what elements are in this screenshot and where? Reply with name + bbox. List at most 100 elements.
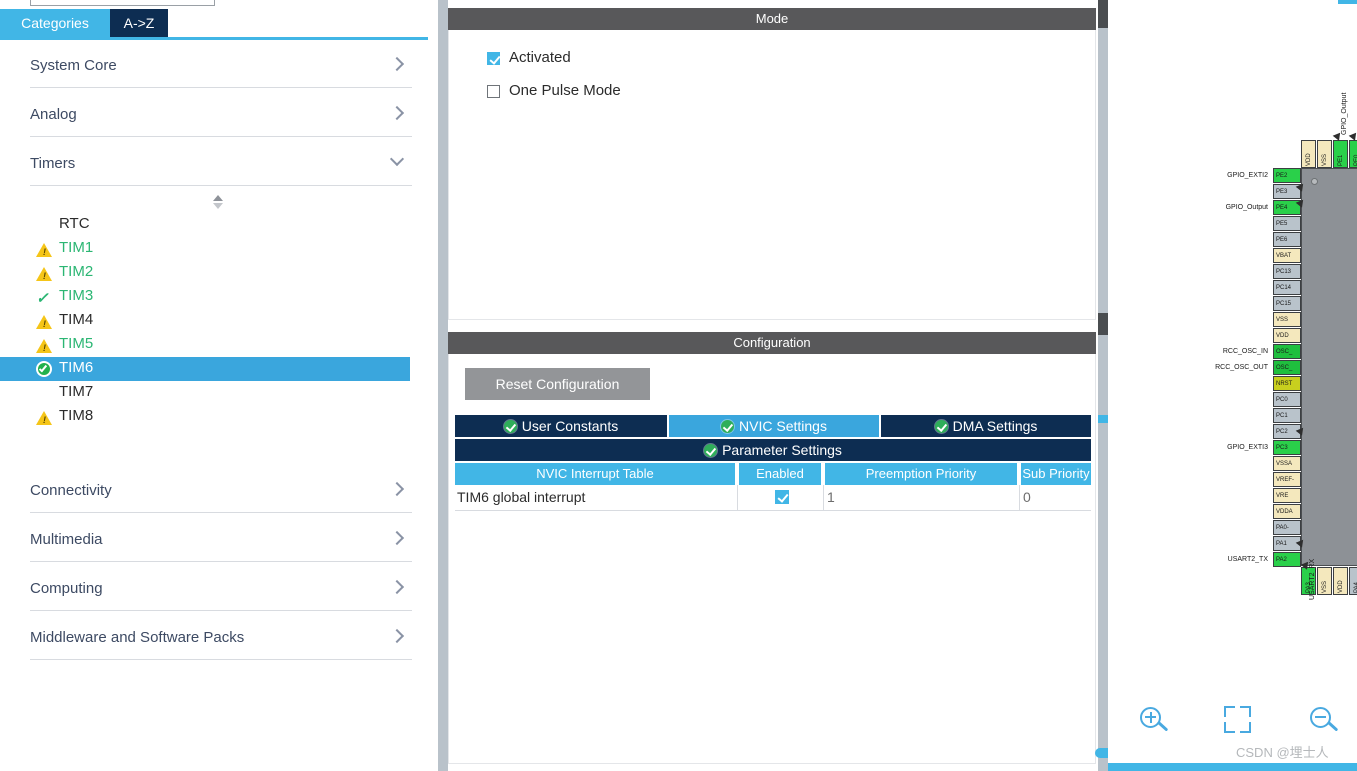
pin-osc-out[interactable]: OSC_: [1273, 360, 1301, 375]
column-header-enabled[interactable]: Enabled: [739, 463, 823, 485]
check-circle-icon: [721, 420, 735, 433]
cell-enabled[interactable]: [739, 485, 823, 510]
search-box[interactable]: [30, 0, 215, 6]
column-header-preemption-priority[interactable]: Preemption Priority: [825, 463, 1019, 485]
sidebar-item-computing[interactable]: Computing: [30, 571, 412, 611]
pin-vref-plus[interactable]: VRE: [1273, 488, 1301, 503]
list-item-tim7[interactable]: TIM7: [0, 381, 410, 405]
pin-osc-in[interactable]: OSC_: [1273, 344, 1301, 359]
pin-pc13[interactable]: PC13: [1273, 264, 1301, 279]
pin-vbat[interactable]: VBAT: [1273, 248, 1301, 263]
tab-a-to-z[interactable]: A->Z: [110, 9, 168, 37]
pin-vdda[interactable]: VDDA: [1273, 504, 1301, 519]
signal-label-pe1: GPIO_Output: [1341, 92, 1348, 135]
list-item-tim3[interactable]: ✓ TIM3: [0, 285, 410, 309]
cell-sub-priority[interactable]: 0: [1023, 485, 1093, 510]
list-item-tim8[interactable]: ! TIM8: [0, 405, 410, 429]
pin-label: PE0: [1354, 154, 1357, 166]
sidebar-item-label: Analog: [30, 106, 77, 123]
list-item-label: TIM5: [59, 335, 94, 352]
configuration-panel-body: Reset Configuration User Constants NVIC …: [448, 354, 1096, 764]
list-item-tim5[interactable]: ! TIM5: [0, 333, 410, 357]
scrollbar-segment[interactable]: [1098, 415, 1108, 423]
sidebar-item-connectivity[interactable]: Connectivity: [30, 473, 412, 513]
list-item-label: TIM1: [59, 239, 94, 256]
sidebar-item-label: System Core: [30, 57, 117, 74]
pin-pc14[interactable]: PC14: [1273, 280, 1301, 295]
pin-pa2[interactable]: PA2: [1273, 552, 1301, 567]
cell-preemption-priority[interactable]: 1: [827, 485, 1021, 510]
sidebar-item-middleware[interactable]: Middleware and Software Packs: [30, 620, 412, 660]
zoom-out-icon[interactable]: [1308, 705, 1342, 739]
tab-parameter-settings[interactable]: Parameter Settings: [455, 439, 1091, 461]
fit-to-screen-icon[interactable]: [1223, 705, 1257, 739]
pin-pc3[interactable]: PC3: [1273, 440, 1301, 455]
pinout-top-marker: [1338, 0, 1357, 4]
search-input[interactable]: [31, 0, 214, 5]
sort-handle-icon[interactable]: [210, 194, 226, 210]
chevron-down-icon: [389, 151, 405, 167]
pin-vdd-left[interactable]: VDD: [1273, 328, 1301, 343]
chevron-right-icon: [389, 105, 405, 121]
watermark-text: CSDN @埋士人: [1236, 745, 1329, 760]
pin-label: VSS: [1322, 580, 1328, 593]
pin-pe1[interactable]: PE1: [1333, 140, 1348, 168]
sidebar-item-system-core[interactable]: System Core: [30, 48, 412, 88]
zoom-in-icon[interactable]: [1138, 705, 1172, 739]
pin-nrst[interactable]: NRST: [1273, 376, 1301, 391]
pin-pc15[interactable]: PC15: [1273, 296, 1301, 311]
scrollbar-segment[interactable]: [1098, 313, 1108, 335]
chip-orientation-dot: [1311, 178, 1318, 185]
pin-vref-minus[interactable]: VREF-: [1273, 472, 1301, 487]
check-circle-icon: [704, 444, 718, 457]
list-item-tim4[interactable]: ! TIM4: [0, 309, 410, 333]
pin-vss-left[interactable]: VSS: [1273, 312, 1301, 327]
pin-label: PE1: [1338, 154, 1344, 166]
tab-categories[interactable]: Categories: [0, 9, 110, 37]
scrollbar-segment[interactable]: [1098, 0, 1108, 28]
sidebar-splitter[interactable]: [438, 0, 448, 771]
column-header-sub-priority[interactable]: Sub Priority: [1021, 463, 1091, 485]
sidebar-item-multimedia[interactable]: Multimedia: [30, 522, 412, 562]
sidebar-tabbar: Categories A->Z: [0, 9, 438, 37]
tab-label: NVIC Settings: [739, 418, 827, 434]
chevron-right-icon: [389, 530, 405, 546]
sidebar-item-analog[interactable]: Analog: [30, 97, 412, 137]
pin-pa0[interactable]: PA0-: [1273, 520, 1301, 535]
pin-pe6[interactable]: PE6: [1273, 232, 1301, 247]
component-pinout-view[interactable]: VDD VSS PE1 PE0 GPIO_Output GPIO_EXTI0 P…: [1108, 0, 1357, 771]
pin-vss-bottom[interactable]: VSS: [1317, 567, 1332, 595]
list-item-tim1[interactable]: ! TIM1: [0, 237, 410, 261]
pin-label: VDD: [1306, 153, 1312, 166]
pin-pe2[interactable]: PE2: [1273, 168, 1301, 183]
timer-list: RTC ! TIM1 ! TIM2 ✓ TIM3 ! TIM4 ! TIM5 T…: [0, 213, 438, 429]
pin-pc0[interactable]: PC0: [1273, 392, 1301, 407]
pin-pe0[interactable]: PE0: [1349, 140, 1357, 168]
tab-nvic-settings[interactable]: NVIC Settings: [669, 415, 879, 437]
pin-vdd-bottom[interactable]: VDD: [1333, 567, 1348, 595]
sidebar-item-label: Multimedia: [30, 531, 103, 548]
pin-pe5[interactable]: PE5: [1273, 216, 1301, 231]
warning-icon: !: [36, 312, 54, 330]
tab-user-constants[interactable]: User Constants: [455, 415, 667, 437]
pinout-splitter[interactable]: [1098, 0, 1108, 771]
pin-pc1[interactable]: PC1: [1273, 408, 1301, 423]
bottom-accent-bar: [1108, 763, 1357, 771]
table-row[interactable]: TIM6 global interrupt 1 0: [455, 485, 1091, 511]
pin-vssa[interactable]: VSSA: [1273, 456, 1301, 471]
column-header-nvic-interrupt-table[interactable]: NVIC Interrupt Table: [455, 463, 737, 485]
list-item-tim2[interactable]: ! TIM2: [0, 261, 410, 285]
sidebar-item-timers[interactable]: Timers: [30, 146, 412, 186]
pin-vdd-top[interactable]: VDD: [1301, 140, 1316, 168]
list-item-tim6[interactable]: TIM6: [0, 357, 410, 381]
pin-pa4[interactable]: PA4: [1349, 567, 1357, 595]
reset-configuration-button[interactable]: Reset Configuration: [465, 368, 650, 400]
tab-dma-settings[interactable]: DMA Settings: [881, 415, 1091, 437]
warning-icon: !: [36, 264, 54, 282]
pin-vss-top[interactable]: VSS: [1317, 140, 1332, 168]
cell-interrupt-name: TIM6 global interrupt: [457, 489, 586, 505]
tab-label: DMA Settings: [952, 418, 1038, 434]
signal-label-pc3: GPIO_EXTI3: [1227, 444, 1268, 451]
list-item-rtc[interactable]: RTC: [0, 213, 410, 237]
checkbox-enabled[interactable]: [775, 490, 789, 504]
